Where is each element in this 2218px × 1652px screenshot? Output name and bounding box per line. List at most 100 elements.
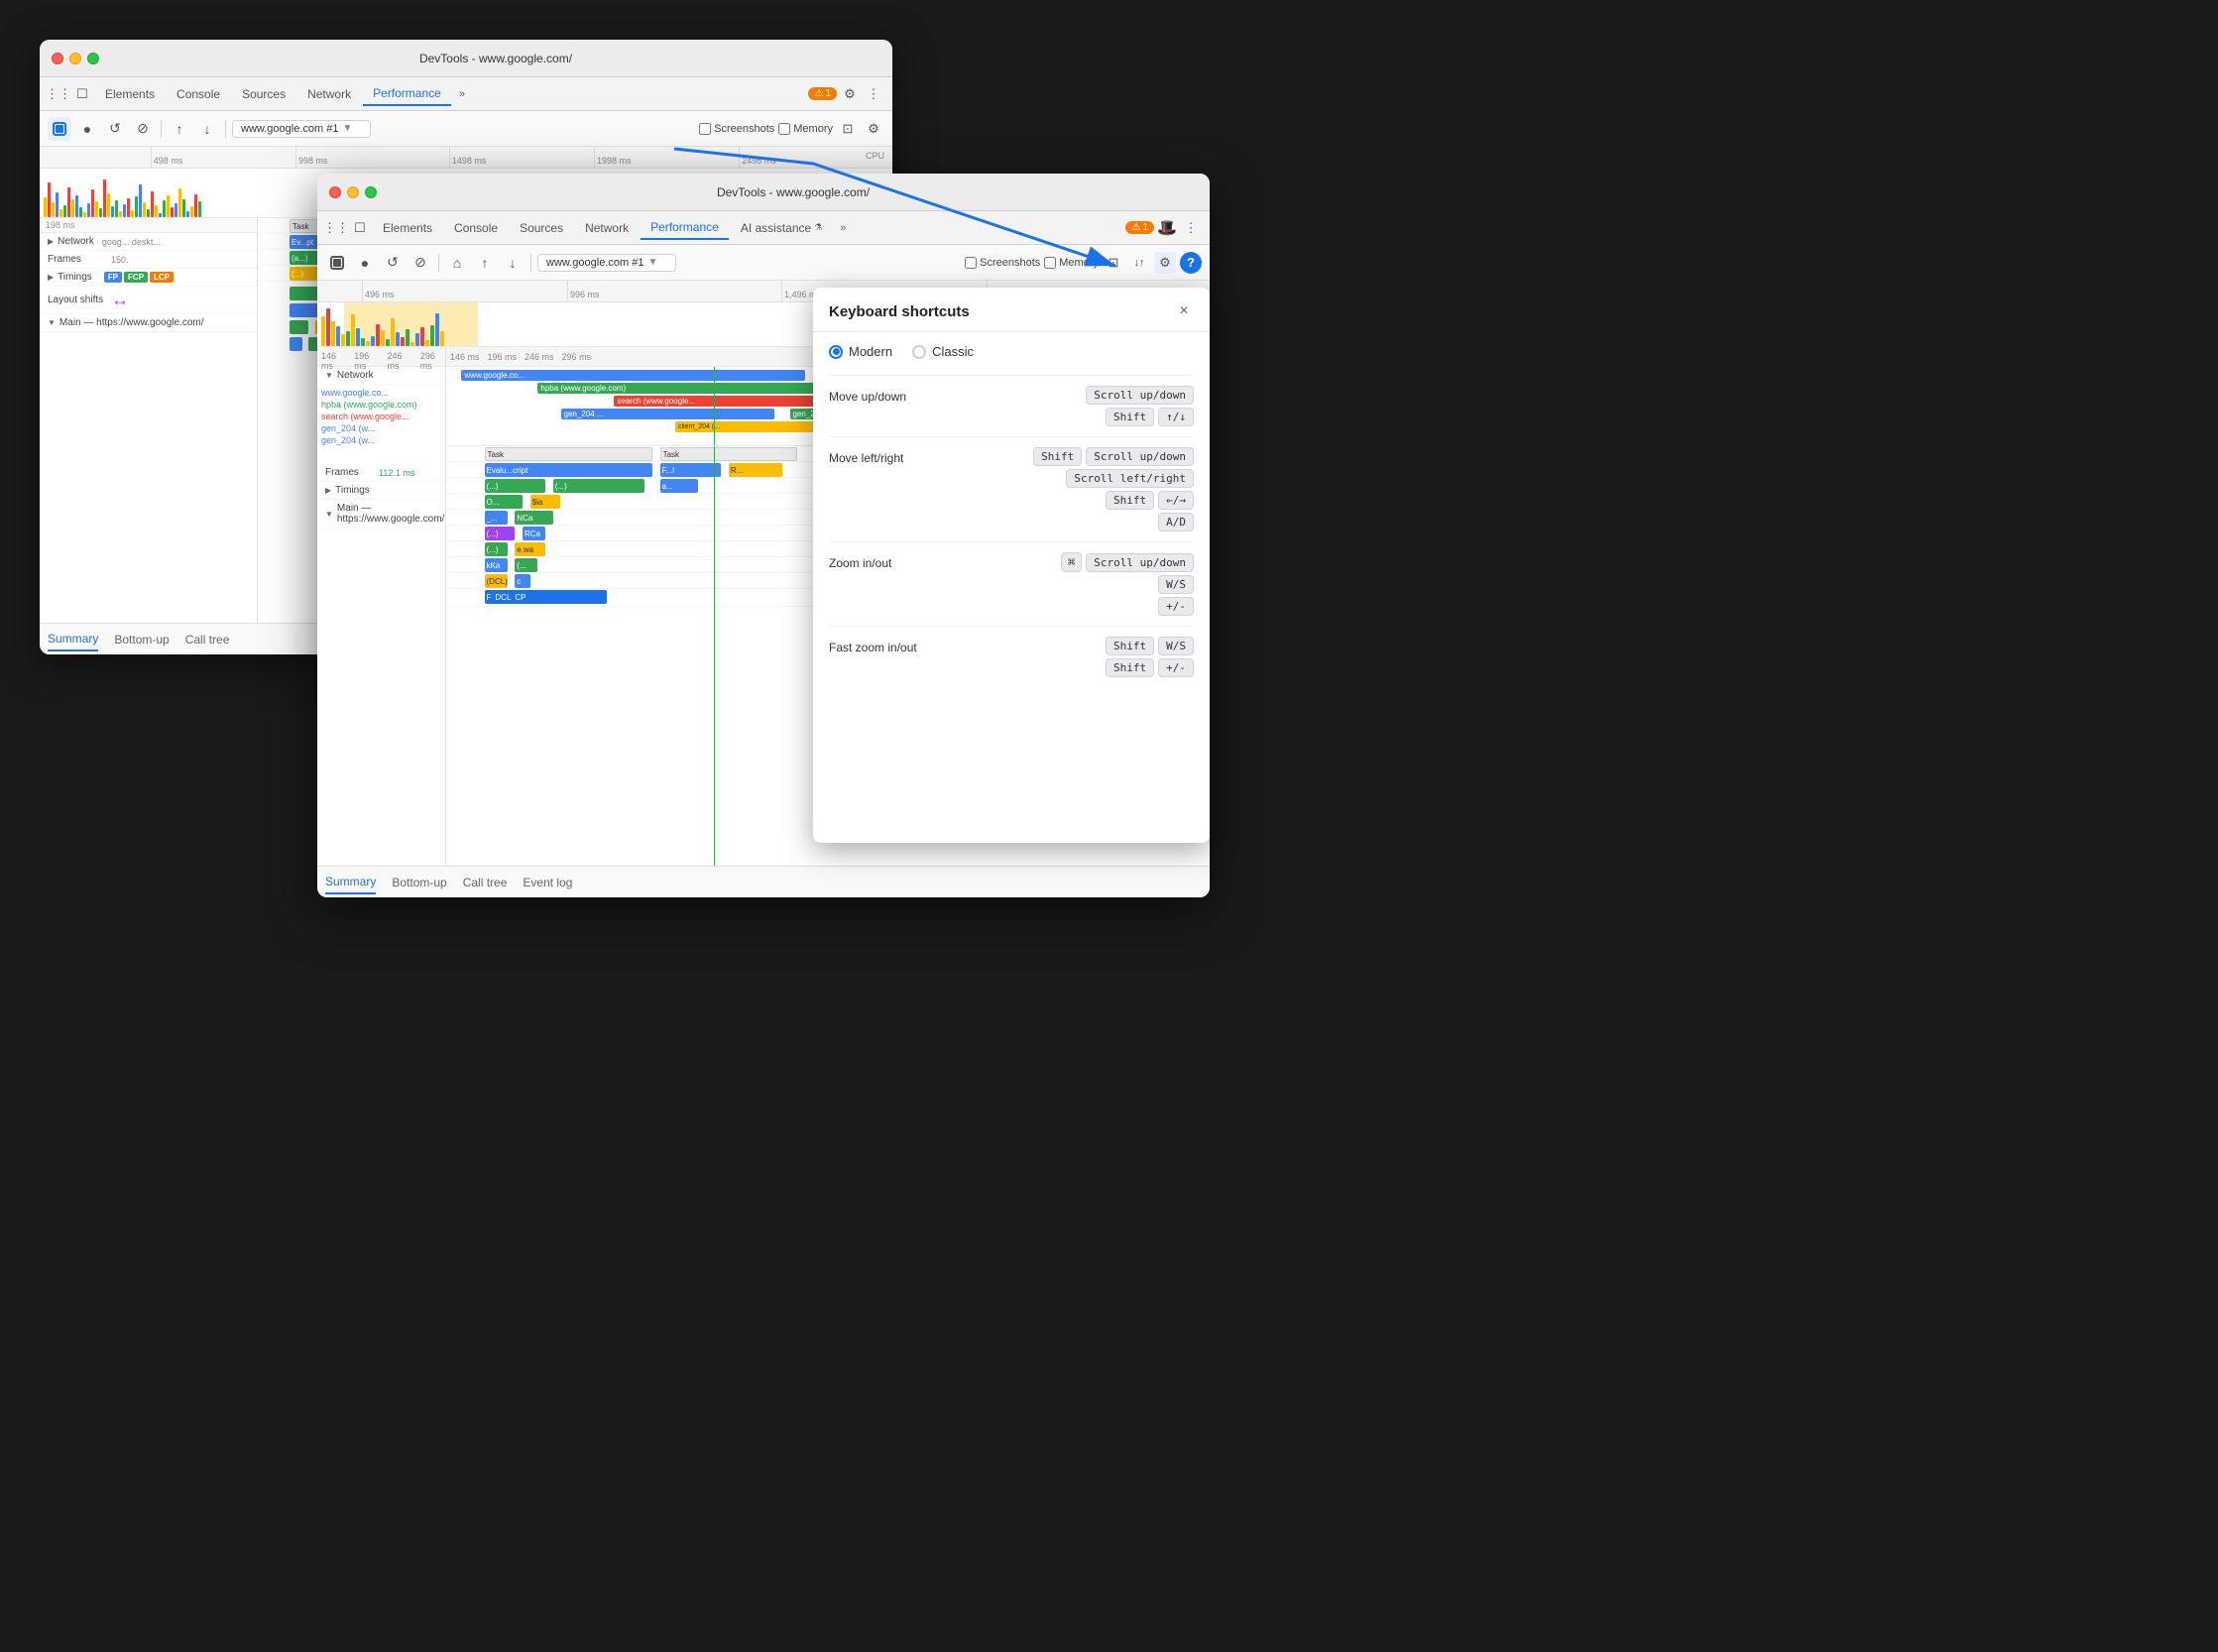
bg-summary-tab[interactable]: Summary bbox=[48, 628, 98, 651]
fg-tabbar: ⋮⋮ ☐ Elements Console Sources Network Pe… bbox=[317, 211, 1210, 245]
bg-clear-button[interactable]: ⊘ bbox=[131, 117, 155, 141]
fg-tick-496: 496 ms bbox=[362, 281, 395, 301]
bg-tick-1498: 1498 ms bbox=[449, 147, 487, 168]
key-scroll-lr: Scroll left/right bbox=[1066, 469, 1194, 488]
bg-cpu-label: CPU bbox=[866, 151, 884, 161]
shortcuts-divider-4 bbox=[829, 626, 1194, 627]
fg-tab-elements[interactable]: Elements bbox=[373, 217, 442, 239]
shortcut-move-lr-row-4: A/D bbox=[1158, 513, 1194, 531]
bg-bottom-up-tab[interactable]: Bottom-up bbox=[114, 629, 169, 650]
bg-warning-icon: ⚠ bbox=[814, 88, 823, 99]
bg-tab-network[interactable]: Network bbox=[297, 83, 361, 105]
fg-r: R... bbox=[729, 463, 782, 477]
bg-devtools-menu-icon[interactable]: ⋮⋮ bbox=[48, 83, 69, 105]
fg-maximize-button[interactable] bbox=[365, 186, 377, 198]
bg-tab-console[interactable]: Console bbox=[167, 83, 230, 105]
shortcut-zoom-keys: ⌘ Scroll up/down W/S +/- bbox=[958, 552, 1194, 616]
fg-settings-icon[interactable]: ⚙ bbox=[1154, 252, 1176, 274]
bg-minimize-button[interactable] bbox=[69, 53, 81, 64]
fg-upload-button[interactable]: ↑ bbox=[473, 251, 497, 275]
bg-upload-button[interactable]: ↑ bbox=[168, 117, 191, 141]
fg-evalu: Evalu...cript bbox=[485, 463, 652, 477]
bg-settings-icon[interactable]: ⚙ bbox=[839, 83, 861, 105]
fg-more-icon[interactable]: ⋮ bbox=[1180, 217, 1202, 239]
fg-memory-checkbox[interactable]: Memory bbox=[1044, 257, 1099, 269]
key-arrow-ud: ↑/↓ bbox=[1158, 408, 1194, 426]
shortcut-move-lr-row-3: Shift ←/→ bbox=[1106, 491, 1194, 510]
shortcuts-modern-radio[interactable]: Modern bbox=[829, 344, 892, 359]
fg-screenshots-input[interactable] bbox=[965, 257, 977, 269]
bg-screenshots-input[interactable] bbox=[699, 123, 711, 135]
fg-hat-icon[interactable]: 🎩 bbox=[1156, 217, 1178, 239]
fg-capture-icon[interactable]: ⊡ bbox=[1103, 252, 1124, 274]
fg-tab-performance[interactable]: Performance bbox=[641, 216, 729, 240]
bg-network-arrow: ▶ bbox=[48, 237, 54, 246]
fg-f-marker: F bbox=[487, 593, 492, 602]
fg-import-icon[interactable]: ↓↑ bbox=[1128, 252, 1150, 274]
fg-devtools-menu-icon[interactable]: ⋮⋮ bbox=[325, 217, 347, 239]
bg-screenshots-checkbox[interactable]: Screenshots bbox=[699, 123, 774, 135]
fg-inspect-icon[interactable]: ☐ bbox=[349, 217, 371, 239]
fg-tab-network[interactable]: Network bbox=[575, 217, 639, 239]
bg-main-arrow: ▼ bbox=[48, 318, 56, 327]
fg-minimize-button[interactable] bbox=[347, 186, 359, 198]
shortcuts-classic-circle bbox=[912, 345, 926, 359]
fg-s1-b: (...) bbox=[553, 479, 644, 493]
bg-capture-icon[interactable]: ⊡ bbox=[837, 118, 859, 140]
fg-tab-sources[interactable]: Sources bbox=[510, 217, 573, 239]
bg-reload-button[interactable]: ↺ bbox=[103, 117, 127, 141]
bg-url-text: www.google.com #1 bbox=[241, 123, 338, 135]
bg-left-sidebar: 198 ms ▶ Network goog... deskt... Frames… bbox=[40, 218, 258, 623]
fg-timings-label: Timings bbox=[335, 485, 370, 496]
bg-tab-elements[interactable]: Elements bbox=[95, 83, 165, 105]
fg-s1-a: (...) bbox=[485, 479, 546, 493]
fg-event-log-tab[interactable]: Event log bbox=[523, 872, 572, 893]
fg-s6-a: kKa bbox=[485, 558, 508, 572]
fg-url-dropdown[interactable]: ▼ bbox=[647, 257, 657, 268]
fg-clear-button[interactable]: ⊘ bbox=[409, 251, 432, 275]
fg-memory-input[interactable] bbox=[1044, 257, 1056, 269]
bg-maximize-button[interactable] bbox=[87, 53, 99, 64]
bg-close-button[interactable] bbox=[52, 53, 63, 64]
bg-tab-performance[interactable]: Performance bbox=[363, 82, 451, 106]
bg-tab-more[interactable]: » bbox=[453, 88, 471, 100]
fg-close-button[interactable] bbox=[329, 186, 341, 198]
bg-tab-sources[interactable]: Sources bbox=[232, 83, 295, 105]
bg-tick-998: 998 ms bbox=[295, 147, 328, 168]
shortcuts-classic-radio[interactable]: Classic bbox=[912, 344, 974, 359]
fg-help-button[interactable]: ? bbox=[1180, 252, 1202, 274]
fg-bottom-up-tab[interactable]: Bottom-up bbox=[392, 872, 446, 893]
shortcuts-close-button[interactable]: × bbox=[1174, 301, 1194, 321]
key-cmd: ⌘ bbox=[1061, 552, 1082, 572]
bg-memory-input[interactable] bbox=[778, 123, 790, 135]
fg-url-bar[interactable]: www.google.com #1 ▼ bbox=[537, 254, 676, 272]
fg-home-button[interactable]: ⌂ bbox=[445, 251, 469, 275]
fg-tab-console[interactable]: Console bbox=[444, 217, 508, 239]
bg-layout-shifts-marker: ↔ bbox=[111, 290, 129, 310]
fg-reload-button[interactable]: ↺ bbox=[381, 251, 405, 275]
fg-s4-a: (...) bbox=[485, 527, 516, 540]
bg-url-dropdown[interactable]: ▼ bbox=[342, 123, 352, 134]
fg-tab-more[interactable]: » bbox=[834, 222, 852, 234]
fg-tab-ai[interactable]: AI assistance ⚗ bbox=[731, 217, 832, 239]
fg-call-tree-tab[interactable]: Call tree bbox=[463, 872, 508, 893]
fg-download-button[interactable]: ↓ bbox=[501, 251, 525, 275]
bg-url-bar[interactable]: www.google.com #1 ▼ bbox=[232, 120, 371, 138]
bg-call-tree-tab[interactable]: Call tree bbox=[185, 629, 230, 650]
bg-more-icon[interactable]: ⋮ bbox=[863, 83, 884, 105]
fg-summary-tab[interactable]: Summary bbox=[325, 871, 376, 894]
bg-start-profiling-button[interactable]: ● bbox=[75, 117, 99, 141]
key-arrow-lr: ←/→ bbox=[1158, 491, 1194, 510]
bg-record-button[interactable] bbox=[48, 117, 71, 141]
bg-toolbar-settings-icon[interactable]: ⚙ bbox=[863, 118, 884, 140]
fg-start-profiling-button[interactable]: ● bbox=[353, 251, 377, 275]
bg-main-row: ▼ Main — https://www.google.com/ bbox=[40, 314, 257, 332]
fg-window-title: DevTools - www.google.com/ bbox=[389, 185, 1198, 199]
fg-record-panel-button[interactable] bbox=[325, 251, 349, 275]
bg-download-button[interactable]: ↓ bbox=[195, 117, 219, 141]
bg-memory-checkbox[interactable]: Memory bbox=[778, 123, 833, 135]
key-plus-minus-2: +/- bbox=[1158, 658, 1194, 677]
fg-screenshots-label: Screenshots bbox=[980, 257, 1040, 269]
bg-inspect-icon[interactable]: ☐ bbox=[71, 83, 93, 105]
fg-screenshots-checkbox[interactable]: Screenshots bbox=[965, 257, 1040, 269]
